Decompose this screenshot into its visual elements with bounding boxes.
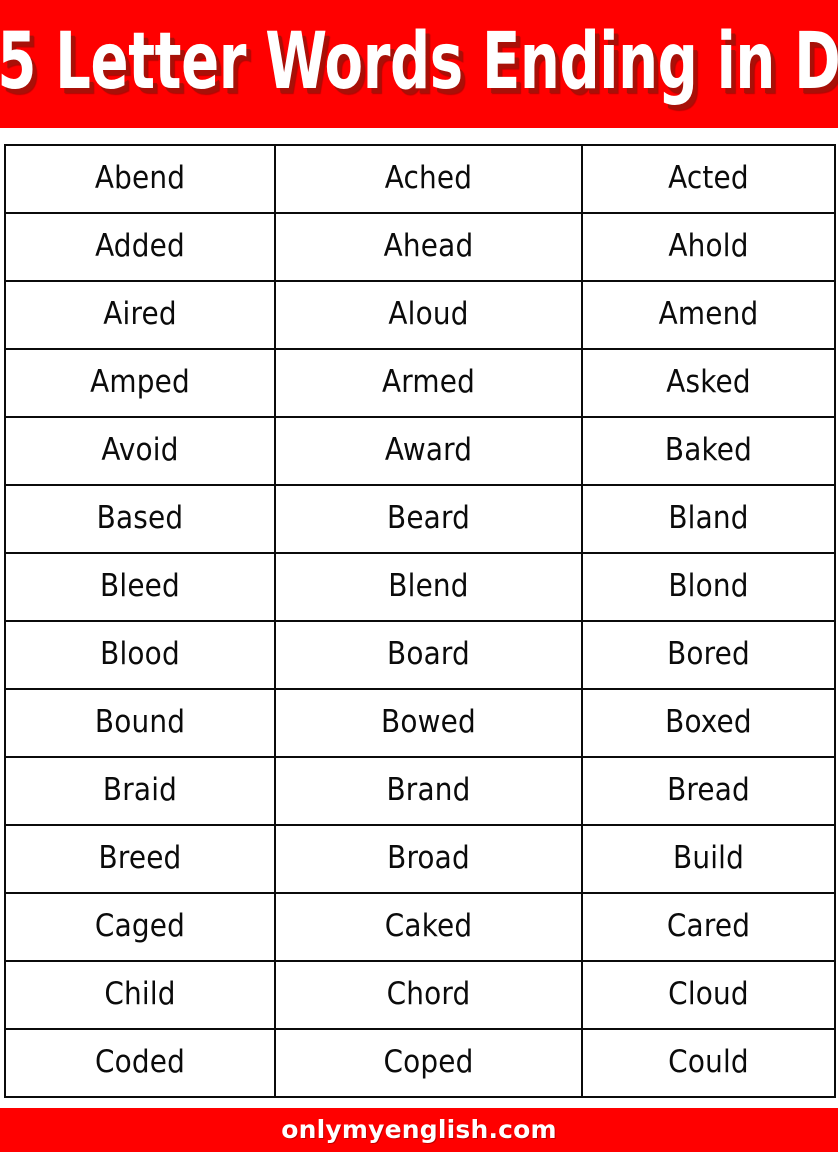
word-cell: Bland <box>581 484 836 554</box>
table-row: Braid Brand Bread <box>4 756 836 826</box>
word-cell: Bound <box>4 688 276 758</box>
word-cell: Blond <box>581 552 836 622</box>
word-cell: Coded <box>4 1028 276 1098</box>
site-credit: onlymyenglish.com <box>281 1115 557 1144</box>
word-cell: Bored <box>581 620 836 690</box>
word-cell: Aired <box>4 280 276 350</box>
word-cell: Coped <box>274 1028 583 1098</box>
word-cell: Brand <box>274 756 583 826</box>
word-table-container: Abend Ached Acted Added Ahead Ahold Aired Aloud… <box>0 144 838 1098</box>
word-cell: Baked <box>581 416 836 486</box>
word-cell: Bread <box>581 756 836 826</box>
table-row: Added Ahead Ahold <box>4 212 836 282</box>
word-cell: Build <box>581 824 836 894</box>
header-banner: 5 Letter Words Ending in D <box>0 0 838 128</box>
table-row: Coded Coped Could <box>4 1028 836 1098</box>
table-row: Aired Aloud Amend <box>4 280 836 350</box>
word-cell: Chord <box>274 960 583 1030</box>
table-row: Child Chord Cloud <box>4 960 836 1030</box>
word-cell: Could <box>581 1028 836 1098</box>
footer-spacer <box>0 1098 838 1108</box>
page-title: 5 Letter Words Ending in D <box>0 17 838 107</box>
word-cell: Avoid <box>4 416 276 486</box>
word-cell: Board <box>274 620 583 690</box>
poster: 5 Letter Words Ending in D Abend Ached Act… <box>0 0 838 1152</box>
table-row: Bleed Blend Blond <box>4 552 836 622</box>
word-cell: Ahead <box>274 212 583 282</box>
word-cell: Award <box>274 416 583 486</box>
word-cell: Child <box>4 960 276 1030</box>
word-cell: Boxed <box>581 688 836 758</box>
word-cell: Cared <box>581 892 836 962</box>
table-row: Breed Broad Build <box>4 824 836 894</box>
word-cell: Armed <box>274 348 583 418</box>
word-cell: Bleed <box>4 552 276 622</box>
word-cell: Caged <box>4 892 276 962</box>
word-cell: Acted <box>581 144 836 214</box>
word-cell: Abend <box>4 144 276 214</box>
word-cell: Asked <box>581 348 836 418</box>
table-row: Amped Armed Asked <box>4 348 836 418</box>
table-row: Abend Ached Acted <box>4 144 836 214</box>
word-table: Abend Ached Acted Added Ahead Ahold Aired Aloud… <box>4 144 836 1098</box>
word-cell: Breed <box>4 824 276 894</box>
footer-banner: onlymyenglish.com <box>0 1108 838 1152</box>
table-row: Based Beard Bland <box>4 484 836 554</box>
word-cell: Aloud <box>274 280 583 350</box>
word-cell: Based <box>4 484 276 554</box>
word-cell: Ahold <box>581 212 836 282</box>
word-cell: Amend <box>581 280 836 350</box>
table-row: Avoid Award Baked <box>4 416 836 486</box>
word-cell: Bowed <box>274 688 583 758</box>
word-cell: Blood <box>4 620 276 690</box>
table-row: Bound Bowed Boxed <box>4 688 836 758</box>
word-cell: Blend <box>274 552 583 622</box>
word-cell: Beard <box>274 484 583 554</box>
word-cell: Broad <box>274 824 583 894</box>
word-cell: Braid <box>4 756 276 826</box>
table-row: Blood Board Bored <box>4 620 836 690</box>
header-gap-spacer <box>0 128 838 144</box>
word-cell: Amped <box>4 348 276 418</box>
word-cell: Ached <box>274 144 583 214</box>
table-row: Caged Caked Cared <box>4 892 836 962</box>
word-table-body: Abend Ached Acted Added Ahead Ahold Aired Aloud… <box>4 144 836 1098</box>
word-cell: Added <box>4 212 276 282</box>
word-cell: Cloud <box>581 960 836 1030</box>
word-cell: Caked <box>274 892 583 962</box>
